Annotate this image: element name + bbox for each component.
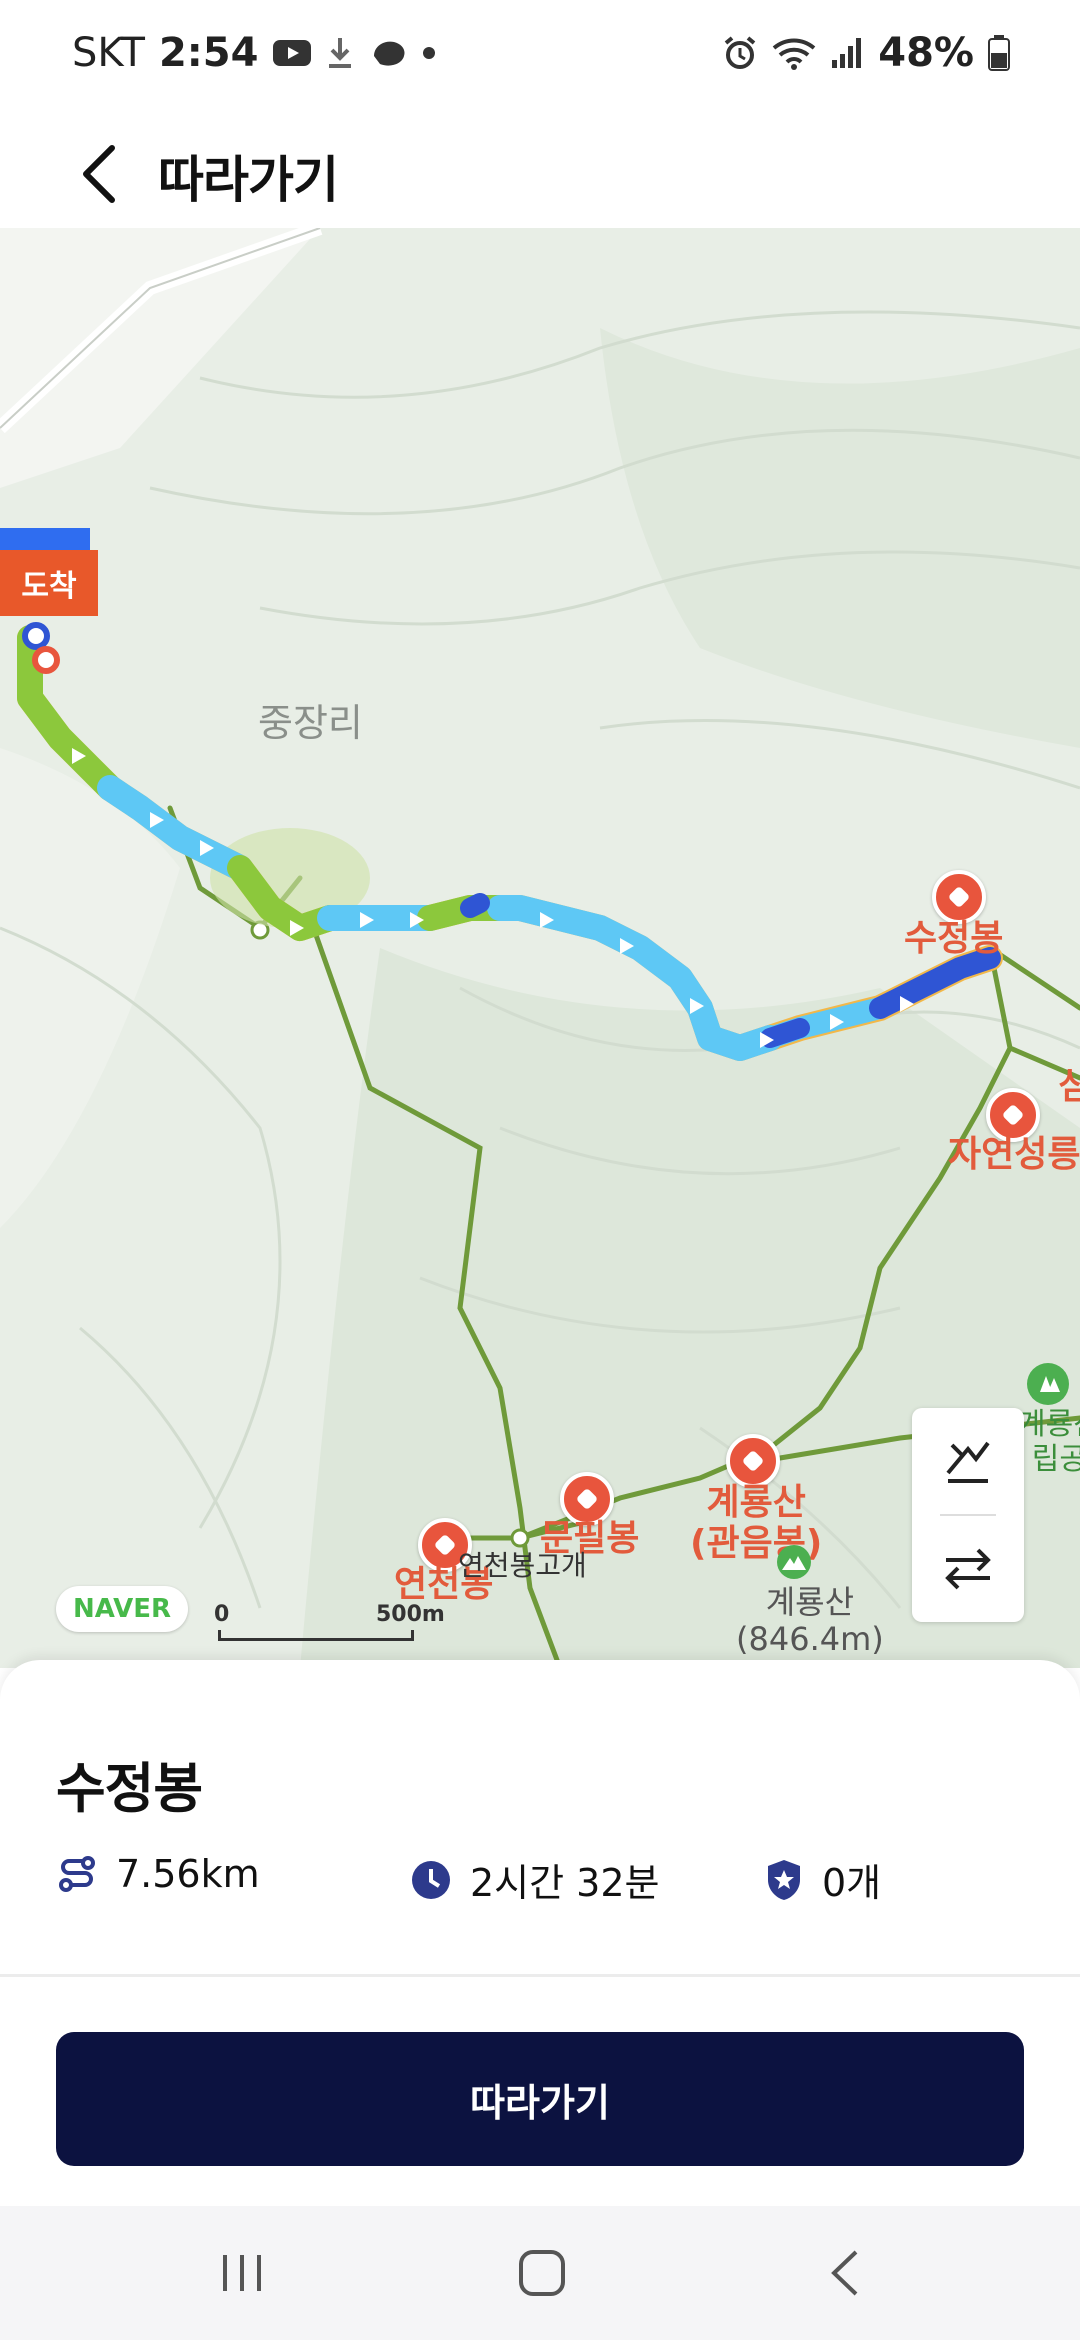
follow-route-button[interactable]: 따라가기 xyxy=(56,2032,1024,2166)
duration-stat: 2시간 32분 xyxy=(410,1852,660,1907)
map-scale: 0 500m xyxy=(214,1602,445,1642)
place-label-yeoncheonbong-gogae: 연천봉고개 xyxy=(458,1549,587,1582)
download-icon xyxy=(329,38,352,68)
start-flag xyxy=(0,528,90,552)
map-controls xyxy=(912,1408,1024,1622)
back-arrow-icon xyxy=(831,2250,858,2296)
scale-line xyxy=(218,1630,414,1641)
swap-direction-icon xyxy=(945,1548,991,1590)
sheet-divider xyxy=(0,1974,1080,1977)
mountain-peak-icon xyxy=(777,1545,811,1579)
place-label-sim-partial: 심 xyxy=(1058,1066,1080,1107)
home-icon xyxy=(519,2250,565,2296)
system-back-button[interactable] xyxy=(786,2236,906,2310)
place-label-sujeongbong: 수정봉 xyxy=(904,918,1004,959)
scale-zero-label: 0 xyxy=(214,1602,230,1627)
distance-value: 7.56km xyxy=(116,1852,260,1896)
youtube-icon xyxy=(273,40,312,66)
app-notification-icon xyxy=(374,41,405,66)
signal-icon xyxy=(832,38,862,68)
chevron-left-icon xyxy=(83,145,115,203)
place-label-jayeonseongneung: 자연성릉 xyxy=(948,1134,1080,1175)
recent-apps-button[interactable] xyxy=(182,2236,302,2310)
recent-apps-icon xyxy=(223,2255,261,2291)
badge-count: 0개 xyxy=(822,1861,882,1905)
distance-stat: 7.56km xyxy=(56,1852,260,1896)
map-view[interactable]: 도착 중장리 수정봉 자연성릉 심 계룡산 (관음봉) 문필봉 연천봉 연천봉고… xyxy=(0,228,1080,1668)
swap-direction-button[interactable] xyxy=(912,1516,1024,1622)
alarm-icon xyxy=(724,36,756,69)
battery-icon xyxy=(988,35,1010,71)
elevation-graph-icon xyxy=(946,1441,990,1483)
app-header: 따라가기 xyxy=(0,118,1080,228)
more-dot-icon xyxy=(423,47,436,59)
route-distance-icon xyxy=(59,1856,95,1892)
park-icon xyxy=(1027,1363,1069,1405)
status-bar: SKT 2:54 48% xyxy=(0,0,1080,118)
home-button[interactable] xyxy=(482,2236,602,2310)
clock: 2:54 xyxy=(158,30,259,76)
badge-shield-icon xyxy=(768,1859,800,1900)
place-label-gyeryongsan-peak: 계룡산 (846.4m) xyxy=(736,1583,884,1658)
system-nav-bar xyxy=(0,2206,1080,2340)
summit-marker-gwaneumbong[interactable] xyxy=(726,1434,780,1488)
elevation-toggle-button[interactable] xyxy=(912,1408,1024,1514)
village-label: 중장리 xyxy=(258,701,363,745)
wifi-icon xyxy=(772,38,816,70)
status-right: 48% xyxy=(722,30,1010,76)
duration-value: 2시간 32분 xyxy=(470,1861,660,1905)
place-label-park-partial: 계룡산 립공 xyxy=(1018,1407,1080,1477)
badge-stat: 0개 xyxy=(764,1852,881,1907)
arrival-flag[interactable]: 도착 xyxy=(0,550,98,616)
route-title: 수정봉 xyxy=(56,1757,203,1820)
status-left: SKT 2:54 xyxy=(72,30,436,76)
carrier-label: SKT xyxy=(72,30,145,76)
scale-label: 500m xyxy=(376,1602,445,1627)
back-button[interactable] xyxy=(58,132,142,216)
naver-logo: NAVER xyxy=(56,1586,188,1632)
battery-percent: 48% xyxy=(878,30,974,76)
page-title: 따라가기 xyxy=(158,151,339,209)
summit-marker-sujeongbong[interactable] xyxy=(932,870,986,924)
clock-icon xyxy=(412,1860,450,1899)
